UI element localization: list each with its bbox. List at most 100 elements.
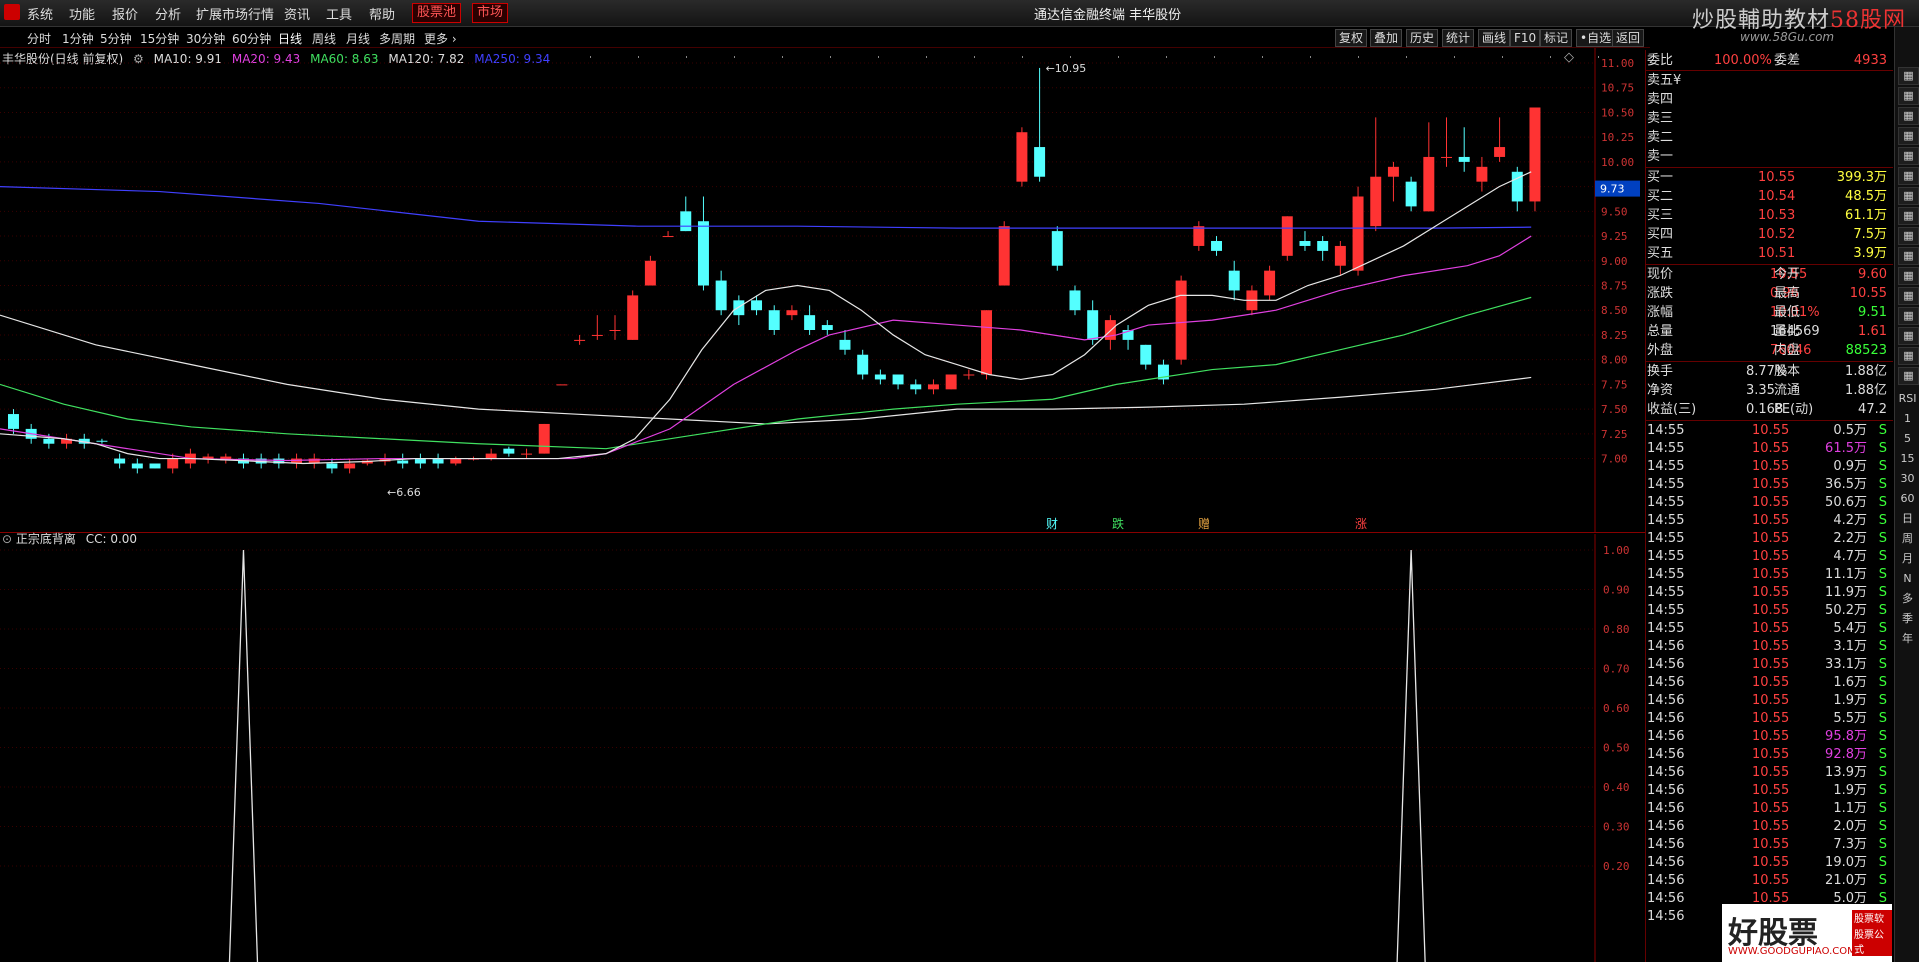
price-chart[interactable]: 11.0010.7510.5010.2510.009.759.509.259.0… [0, 48, 1645, 532]
candle-body [1370, 176, 1382, 227]
kdj-icon[interactable]: ▦ [1898, 207, 1919, 225]
menu-news[interactable]: 资讯 [284, 4, 310, 23]
line-icon[interactable]: ▦ [1898, 147, 1919, 165]
tick-row: 14:55 10.55 50.2万 S [1646, 602, 1893, 620]
stock-pool-button[interactable]: 股票池 [412, 3, 462, 23]
candle-body [1051, 231, 1063, 266]
menu-system[interactable]: 系统 [27, 4, 53, 23]
period-tab-4[interactable]: 30分钟 [186, 30, 225, 47]
strip-period-6[interactable]: 日 [1898, 511, 1917, 527]
period-tab-0[interactable]: 分时 [27, 30, 51, 47]
period-tab-8[interactable]: 月线 [346, 30, 370, 47]
period-tab-5[interactable]: 60分钟 [232, 30, 271, 47]
period-tab-6[interactable]: 日线 [278, 30, 302, 47]
tick-time: 14:56 [1647, 675, 1685, 690]
menu-function[interactable]: 功能 [69, 4, 95, 23]
period-tab-10[interactable]: 更多 › [424, 30, 457, 47]
candle-body [839, 339, 851, 350]
strip-period-12[interactable]: 年 [1898, 631, 1917, 647]
dmi-icon[interactable]: ▦ [1898, 307, 1919, 325]
wei-cha-label: 委差 [1774, 53, 1801, 68]
candle-body [397, 460, 409, 464]
menu-quote[interactable]: 报价 [112, 4, 138, 23]
tick-time: 14:55 [1647, 603, 1685, 618]
toolbar-button-1[interactable]: 叠加 [1370, 29, 1403, 47]
bias-icon[interactable]: ▦ [1898, 347, 1919, 365]
indicator-chart[interactable]: 1.00 0.90 0.80 0.70 0.60 0.50 0.40 0.30 0.20 [0, 534, 1645, 962]
candle-body [1140, 344, 1152, 365]
tick-time: 14:55 [1647, 441, 1685, 456]
candle-body [715, 280, 727, 311]
vol-icon[interactable]: ▦ [1898, 227, 1919, 245]
tick-volume: 5.4万 [1833, 621, 1867, 636]
brand-url: www.58Gu.com [1740, 30, 1835, 44]
toolbar-button-3[interactable]: 统计 [1442, 29, 1475, 47]
tick-volume: 13.9万 [1825, 765, 1867, 780]
tick-volume: 33.1万 [1825, 657, 1867, 672]
event-marker[interactable]: 财 [1046, 517, 1058, 531]
strip-period-0[interactable]: RSI [1898, 391, 1917, 407]
strip-period-2[interactable]: 5 [1898, 431, 1917, 447]
strip-period-4[interactable]: 30 [1898, 471, 1917, 487]
strip-period-9[interactable]: N [1898, 571, 1917, 587]
tick-price: 10.55 [1752, 603, 1790, 618]
menu-help[interactable]: 帮助 [369, 4, 395, 23]
y-tick-label: 9.00 [1601, 255, 1628, 268]
stat2-label-2: 流通 [1774, 383, 1801, 398]
tick-price: 10.55 [1752, 837, 1790, 852]
macd-icon[interactable]: ▦ [1898, 187, 1919, 205]
obv-icon[interactable]: ▦ [1898, 247, 1919, 265]
toolbar-button-0[interactable]: 复权 [1335, 29, 1368, 47]
strip-period-5[interactable]: 60 [1898, 491, 1917, 507]
period-tab-9[interactable]: 多周期 [379, 30, 415, 47]
pane-divider [0, 532, 1645, 533]
rsi-icon[interactable]: ▦ [1898, 167, 1919, 185]
ask-label: 卖五¥ [1647, 73, 1682, 88]
tick-row: 14:55 10.55 50.6万 S [1646, 494, 1893, 512]
mark-dot [734, 56, 735, 58]
cci-icon[interactable]: ▦ [1898, 287, 1919, 305]
menu-tools[interactable]: 工具 [326, 4, 352, 23]
period-tab-7[interactable]: 周线 [312, 30, 336, 47]
event-marker[interactable]: 涨 [1355, 516, 1367, 531]
event-marker[interactable]: 跌 [1112, 516, 1124, 531]
strip-period-11[interactable]: 季 [1898, 611, 1917, 627]
wr-icon[interactable]: ▦ [1898, 327, 1919, 345]
toolbar-button-5[interactable]: F10 [1510, 29, 1541, 47]
chart-icon[interactable]: ▦ [1898, 87, 1919, 105]
toolbar-button-2[interactable]: 历史 [1406, 29, 1439, 47]
market-button[interactable]: 市场 [472, 3, 509, 23]
tick-side: S [1878, 837, 1887, 852]
more-icon[interactable]: ▦ [1898, 367, 1919, 385]
boll-icon[interactable]: ▦ [1898, 267, 1919, 285]
stat-label: 现价 [1647, 267, 1674, 282]
strip-period-10[interactable]: 多 [1898, 591, 1917, 607]
toolbar-button-4[interactable]: 画线 [1478, 29, 1511, 47]
ask-row: 卖五¥ [1646, 72, 1893, 90]
strip-period-7[interactable]: 周 [1898, 531, 1917, 547]
period-tab-2[interactable]: 5分钟 [100, 30, 132, 47]
candle-body [538, 423, 550, 454]
mark-dot [1166, 56, 1167, 58]
event-marker[interactable]: 赠 [1198, 517, 1210, 531]
strip-period-3[interactable]: 15 [1898, 451, 1917, 467]
bar-icon[interactable]: ▦ [1898, 107, 1919, 125]
grid-icon[interactable]: ▦ [1898, 67, 1919, 85]
tick-side: S [1878, 621, 1887, 636]
menu-analysis[interactable]: 分析 [155, 4, 181, 23]
ma250-line [0, 186, 1532, 229]
strip-period-1[interactable]: 1 [1898, 411, 1917, 427]
stat-label-2: 最高 [1774, 286, 1801, 301]
toolbar-button-8[interactable]: 返回 [1612, 29, 1645, 47]
period-tab-1[interactable]: 1分钟 [62, 30, 94, 47]
tick-time: 14:56 [1647, 783, 1685, 798]
toolbar-button-7[interactable]: •自选 [1576, 29, 1616, 47]
candle-body [1175, 280, 1187, 360]
candle-icon[interactable]: ▦ [1898, 127, 1919, 145]
menu-extended-market[interactable]: 扩展市场行情 [196, 4, 274, 23]
toolbar-button-6[interactable]: 标记 [1540, 29, 1573, 47]
candle-body [556, 384, 568, 386]
period-tab-3[interactable]: 15分钟 [140, 30, 179, 47]
strip-period-8[interactable]: 月 [1898, 551, 1917, 567]
candle-body [591, 334, 603, 336]
